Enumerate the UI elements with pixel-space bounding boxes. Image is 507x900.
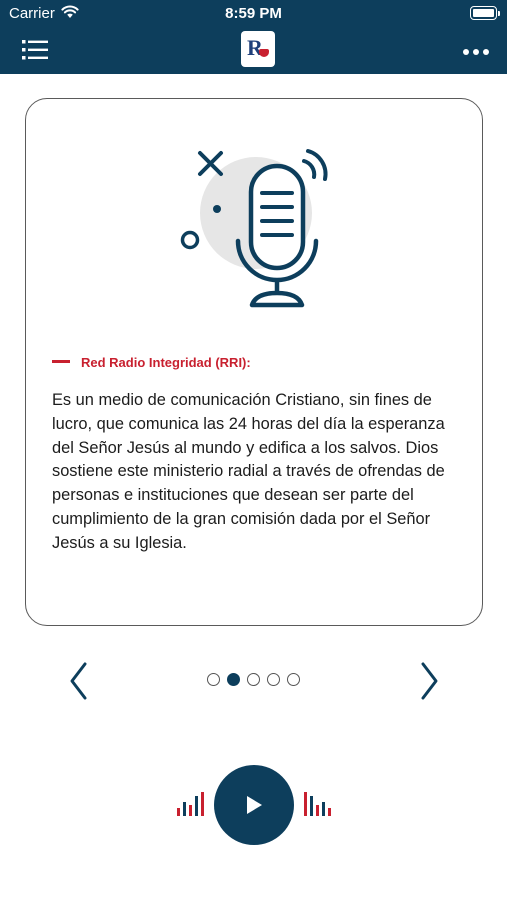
page-dot-4[interactable] (267, 673, 280, 686)
status-bar: Carrier 8:59 PM (0, 0, 507, 28)
section-title-text: Red Radio Integridad (RRI): (81, 355, 251, 370)
menu-button[interactable] (22, 39, 48, 61)
microphone-icon (180, 149, 328, 308)
chevron-right-icon (421, 662, 438, 700)
next-button[interactable] (418, 661, 440, 701)
app-logo: R (241, 31, 275, 67)
description-text: Es un medio de comunicación Cristiano, s… (52, 391, 445, 552)
section-title: Red Radio Integridad (RRI): (52, 355, 251, 370)
page-dot-1[interactable] (207, 673, 220, 686)
list-icon (22, 40, 48, 60)
title-dash (52, 360, 70, 364)
battery-icon (470, 6, 500, 20)
equalizer-icon (304, 792, 331, 816)
previous-button[interactable] (68, 661, 90, 701)
play-button[interactable] (214, 765, 294, 845)
logo-mark (259, 49, 269, 57)
page-dot-2[interactable] (227, 673, 240, 686)
more-options-button[interactable] (463, 46, 491, 58)
page-dot-3[interactable] (247, 673, 260, 686)
chevron-left-icon (70, 662, 87, 700)
audio-player (0, 760, 507, 850)
logo-letter: R (247, 35, 263, 60)
info-card: Red Radio Integridad (RRI): Es un medio … (25, 98, 483, 626)
ellipsis-icon (463, 49, 469, 55)
play-icon (247, 796, 262, 814)
page-dot-5[interactable] (287, 673, 300, 686)
status-time: 8:59 PM (225, 5, 282, 22)
equalizer-icon (177, 792, 204, 816)
top-bar: Carrier 8:59 PM R (0, 0, 507, 74)
